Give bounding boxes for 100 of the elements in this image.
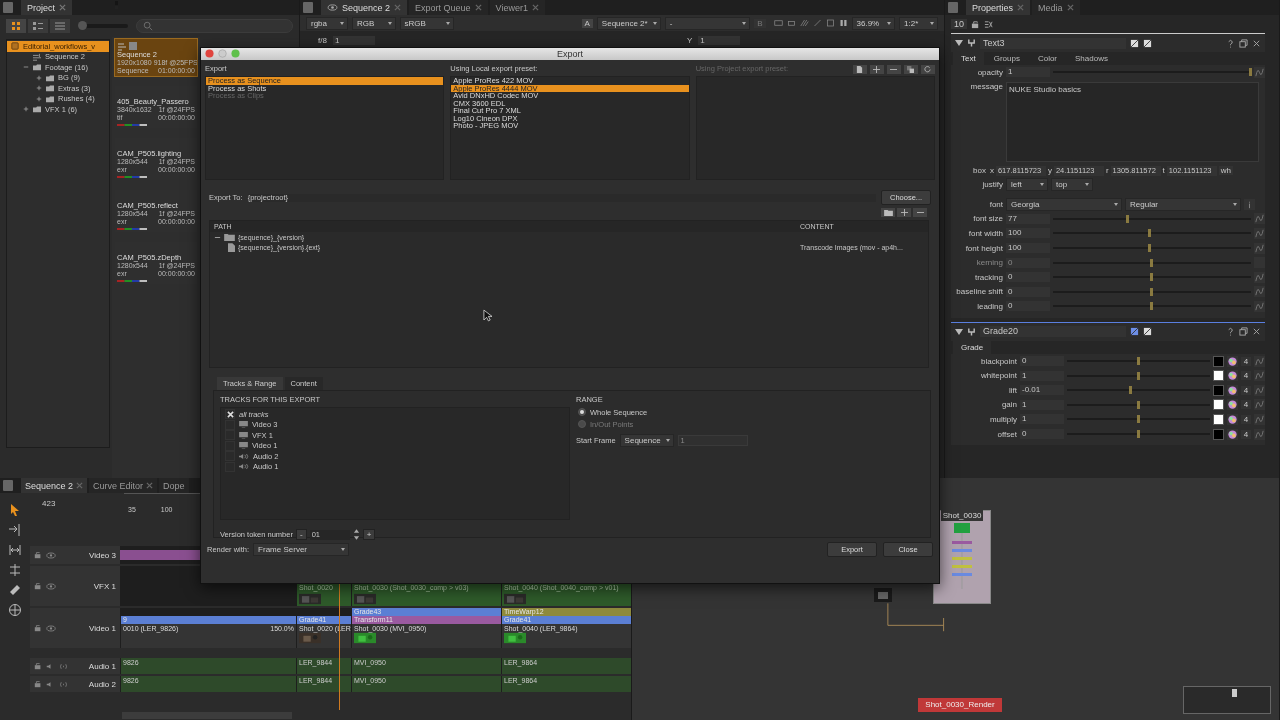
track-header[interactable]: VFX 1 xyxy=(30,566,120,606)
node-name-field[interactable]: Grade20 xyxy=(980,326,1126,338)
eye-icon[interactable] xyxy=(46,624,56,632)
slider-thumb[interactable] xyxy=(1136,357,1140,366)
node-icon[interactable] xyxy=(967,38,976,48)
waveform-icon[interactable] xyxy=(59,680,68,688)
float-icon[interactable] xyxy=(1239,327,1248,337)
slider-thumb[interactable] xyxy=(1150,273,1153,282)
slider-thumb[interactable] xyxy=(1150,302,1153,311)
close-icon[interactable] xyxy=(531,4,539,11)
color-wheel-icon[interactable] xyxy=(1227,384,1238,396)
color-wheel-icon[interactable] xyxy=(1227,355,1238,367)
node-color-icon[interactable] xyxy=(1130,38,1139,48)
lock-icon[interactable] xyxy=(34,624,42,632)
animation-icon[interactable] xyxy=(1254,399,1265,411)
color-wheel-icon[interactable] xyxy=(1227,370,1238,382)
edit-tool-icon[interactable] xyxy=(8,563,22,577)
close-icon[interactable] xyxy=(1252,38,1261,48)
float-icon[interactable] xyxy=(1239,38,1248,48)
slider[interactable] xyxy=(1053,67,1251,78)
value-field[interactable]: 1 xyxy=(1020,370,1064,381)
list-view-icon[interactable] xyxy=(50,19,70,33)
max-panels-field[interactable]: 10 xyxy=(951,19,967,29)
justify-dropdown[interactable]: top xyxy=(1051,178,1093,192)
slider-thumb[interactable] xyxy=(1148,229,1151,238)
animation-icon[interactable] xyxy=(1254,228,1265,239)
timeline-tab[interactable]: Curve Editor xyxy=(89,478,158,493)
color-swatch[interactable] xyxy=(1213,428,1224,440)
channel-count-button[interactable]: 4 xyxy=(1241,385,1251,395)
lut-dropdown[interactable]: sRGB xyxy=(399,16,454,30)
slider-thumb[interactable] xyxy=(1150,287,1153,296)
close-icon[interactable] xyxy=(1066,4,1074,11)
search-field[interactable] xyxy=(136,19,293,33)
slider-thumb[interactable] xyxy=(1129,386,1133,395)
gamma-field[interactable]: 1 xyxy=(698,35,741,45)
slider-thumb[interactable] xyxy=(1136,415,1140,424)
pane-grip-icon[interactable] xyxy=(3,480,13,491)
value-field[interactable]: 0 xyxy=(1020,356,1064,367)
color-swatch[interactable] xyxy=(1213,413,1224,425)
add-button[interactable] xyxy=(897,208,911,217)
remove-button[interactable] xyxy=(887,64,901,74)
collapse-triangle-icon[interactable] xyxy=(955,39,963,47)
zebra-icon[interactable] xyxy=(799,18,809,28)
pane-grip-icon[interactable] xyxy=(303,2,313,13)
value-field[interactable]: 1 xyxy=(1020,414,1064,425)
help-icon[interactable] xyxy=(1226,327,1235,337)
font-style-dropdown[interactable]: Regular xyxy=(1125,198,1241,212)
animation-icon[interactable] xyxy=(1254,428,1265,440)
lock-icon[interactable] xyxy=(34,551,42,559)
knob-tab[interactable]: Text xyxy=(953,52,984,65)
timeline-tab[interactable]: Sequence 2 xyxy=(21,478,88,493)
value-field[interactable]: 100 xyxy=(1006,228,1050,239)
colorspace-dropdown[interactable]: RGB xyxy=(352,16,396,30)
channel-count-button[interactable]: 4 xyxy=(1241,371,1251,381)
slider-thumb[interactable] xyxy=(1126,214,1130,223)
value-field[interactable]: 100 xyxy=(1006,243,1050,254)
checkbox[interactable] xyxy=(225,409,235,420)
color-wheel-icon[interactable] xyxy=(1227,428,1238,440)
close-icon[interactable] xyxy=(59,4,66,11)
track-header[interactable]: Audio 1 xyxy=(30,658,120,674)
value-field[interactable]: -0.01 xyxy=(1020,385,1064,396)
expand-icon[interactable] xyxy=(23,106,29,113)
animation-icon[interactable] xyxy=(1254,66,1265,78)
eye-icon[interactable] xyxy=(46,582,56,590)
expand-icon[interactable] xyxy=(36,95,42,102)
lock-icon[interactable] xyxy=(34,582,42,590)
grid-view-icon[interactable] xyxy=(6,19,26,33)
knob-tab[interactable]: Grade xyxy=(953,340,992,354)
node-name-field[interactable]: Text3 xyxy=(980,37,1126,49)
channel-count-button[interactable]: 4 xyxy=(1241,356,1251,366)
close-icon[interactable] xyxy=(474,4,482,11)
knob-tab[interactable]: Shadows xyxy=(1067,52,1116,65)
value-field[interactable]: 1 xyxy=(1006,67,1050,78)
animation-icon[interactable] xyxy=(1254,413,1265,425)
close-icon[interactable] xyxy=(205,49,214,58)
add-folder-button[interactable] xyxy=(881,208,895,217)
compare-dropdown[interactable]: - xyxy=(664,16,751,30)
checkbox[interactable] xyxy=(225,419,235,430)
pause-icon[interactable] xyxy=(838,18,848,28)
mask-icon[interactable] xyxy=(786,18,796,28)
close-icon[interactable] xyxy=(394,4,402,11)
render-with-dropdown[interactable]: Frame Server xyxy=(253,543,350,556)
value-field[interactable]: 1 xyxy=(1020,399,1064,410)
slider-thumb[interactable] xyxy=(1249,68,1252,77)
collapse-triangle-icon[interactable] xyxy=(955,327,963,336)
lock-icon[interactable] xyxy=(971,19,980,29)
copy-button[interactable] xyxy=(904,64,918,74)
new-preset-button[interactable] xyxy=(853,64,867,74)
slider-thumb[interactable] xyxy=(1136,400,1140,409)
close-icon[interactable] xyxy=(76,482,84,489)
slider[interactable] xyxy=(1053,213,1251,224)
collapse-all-icon[interactable] xyxy=(984,19,993,29)
font-family-dropdown[interactable]: Georgia xyxy=(1006,198,1122,212)
radio-button[interactable] xyxy=(578,408,586,416)
track-select-tool-icon[interactable] xyxy=(8,523,22,537)
channel-count-button[interactable]: 4 xyxy=(1241,414,1251,424)
slider-thumb[interactable] xyxy=(1136,371,1140,380)
panel-tab[interactable]: Media xyxy=(1032,0,1080,15)
animation-icon[interactable] xyxy=(1254,384,1265,396)
spinner-arrows-icon[interactable] xyxy=(352,528,360,541)
